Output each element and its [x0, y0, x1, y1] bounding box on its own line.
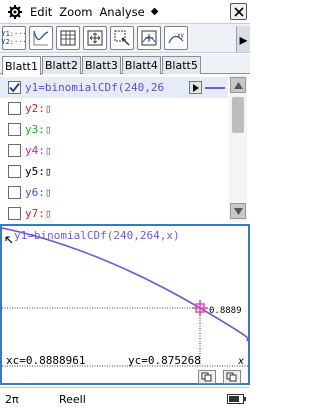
function-checkbox-y7[interactable]: [8, 207, 21, 220]
scroll-thumb[interactable]: [232, 97, 244, 133]
function-row-y6[interactable]: y6:▯: [0, 182, 228, 203]
copy-icon: [201, 372, 212, 382]
trace-cursor-icon: [192, 300, 208, 316]
checkmark-icon: [9, 82, 20, 93]
copy-graph-button[interactable]: [198, 370, 216, 384]
tab-blatt2[interactable]: Blatt2: [41, 56, 81, 74]
scroll-down-icon[interactable]: [230, 203, 246, 219]
function-row-y1[interactable]: y1=binomialCDf(240,26: [0, 77, 228, 98]
zoom-box-icon: [87, 30, 103, 46]
angle-mode-label[interactable]: 2π: [5, 393, 35, 406]
function-text-y4[interactable]: y4:▯: [25, 144, 52, 157]
function-checkbox-y3[interactable]: [8, 123, 21, 136]
zoom-select-icon: [114, 30, 130, 46]
tab-blatt3[interactable]: Blatt3: [81, 56, 121, 74]
sheet-tabs: Blatt1 Blatt2 Blatt3 Blatt4 Blatt5: [0, 54, 250, 75]
menu-zoom[interactable]: Zoom: [59, 5, 92, 19]
function-checkbox-y4[interactable]: [8, 144, 21, 157]
status-bar: 2π Reell: [0, 387, 250, 411]
function-row-y7[interactable]: y7:▯: [0, 203, 228, 224]
toolbar: Y1:··· Y2:··· xy ▸: [0, 23, 250, 53]
line-style-icon[interactable]: [205, 87, 225, 89]
svg-text:xy: xy: [177, 32, 185, 39]
function-checkbox-y1[interactable]: [8, 81, 21, 94]
paste-graph-button[interactable]: [223, 370, 241, 384]
zoom-box-button[interactable]: [83, 26, 107, 50]
trace-button[interactable]: xy: [164, 26, 188, 50]
tab-blatt4[interactable]: Blatt4: [121, 56, 161, 74]
trace-y-tick-label: 0.8889: [209, 306, 242, 316]
table-button[interactable]: [56, 26, 80, 50]
function-text-y6[interactable]: y6:▯: [25, 186, 52, 199]
tab-blatt1[interactable]: Blatt1: [2, 56, 41, 75]
function-text-y1[interactable]: y1=binomialCDf(240,26: [25, 81, 164, 94]
battery-icon: [227, 394, 246, 404]
graph-window[interactable]: y1=binomialCDf(240,264,x) 0.8889 xc=0.88…: [0, 224, 250, 385]
function-list-scrollbar[interactable]: [229, 75, 247, 222]
function-text-y2[interactable]: y2:▯: [25, 102, 52, 115]
close-button[interactable]: [230, 3, 247, 20]
toolbar-more-arrow-icon[interactable]: ▸: [236, 26, 250, 52]
function-checkbox-y6[interactable]: [8, 186, 21, 199]
zoom-fit-button[interactable]: [137, 26, 161, 50]
zoom-fit-icon: [141, 30, 157, 46]
function-row-y2[interactable]: y2:▯: [0, 98, 228, 119]
x-axis-label: x: [238, 356, 244, 367]
paste-icon: [226, 372, 237, 382]
menu-edit[interactable]: Edit: [30, 5, 52, 19]
function-row-y5[interactable]: y5:▯: [0, 161, 228, 182]
gear-icon[interactable]: [6, 3, 24, 21]
table-icon: [60, 30, 76, 46]
y12-line-2: Y2:···: [1, 38, 27, 46]
xc-readout: xc=0.8888961: [6, 354, 86, 367]
battery-fill: [229, 396, 239, 402]
function-list: y1=binomialCDf(240,26 y2:▯ y3:▯ y4:▯ y5:…: [0, 75, 250, 222]
resize-arrow-icon[interactable]: [5, 229, 13, 248]
y12-line-1: Y1:···: [1, 30, 27, 38]
menu-bar: Edit Zoom Analyse ◆: [0, 0, 250, 23]
scroll-up-icon[interactable]: [230, 77, 246, 93]
number-mode-label[interactable]: Reell: [59, 393, 86, 406]
trace-icon: xy: [168, 32, 185, 44]
zoom-select-button[interactable]: [110, 26, 134, 50]
graph-type-icon: [33, 30, 49, 46]
more-menu-icon[interactable]: ◆: [151, 6, 159, 17]
menu-analyse[interactable]: Analyse: [99, 5, 144, 19]
function-text-y7[interactable]: y7:▯: [25, 207, 52, 220]
graph-type-button[interactable]: [29, 26, 53, 50]
play-arrow-icon[interactable]: [189, 81, 202, 94]
function-row-y3[interactable]: y3:▯: [0, 119, 228, 140]
function-text-y3[interactable]: y3:▯: [25, 123, 52, 136]
function-text-y5[interactable]: y5:▯: [25, 165, 52, 178]
tab-blatt5[interactable]: Blatt5: [161, 56, 201, 74]
yc-readout: yc=0.875268: [128, 354, 201, 367]
function-checkbox-y2[interactable]: [8, 102, 21, 115]
graph-expression-label: y1=binomialCDf(240,264,x): [14, 229, 180, 242]
function-curve-y1: [2, 227, 248, 342]
function-checkbox-y5[interactable]: [8, 165, 21, 178]
function-row-y4[interactable]: y4:▯: [0, 140, 228, 161]
y-list-button[interactable]: Y1:··· Y2:···: [1, 26, 27, 50]
